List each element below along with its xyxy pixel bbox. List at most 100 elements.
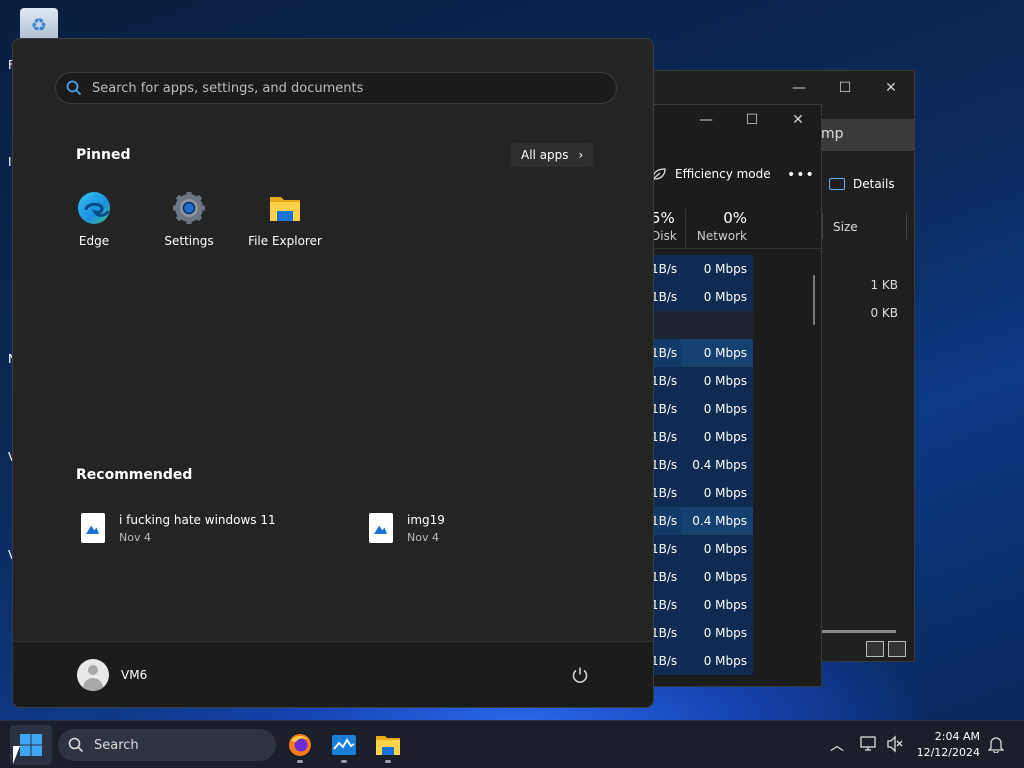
user-avatar[interactable] bbox=[77, 659, 109, 691]
address-bar[interactable]: mp bbox=[821, 119, 915, 151]
taskbar: Search ︿ 2:04 AM 12/12/2024 bbox=[0, 720, 1024, 768]
pinned-app-file-explorer[interactable]: File Explorer bbox=[240, 191, 330, 248]
process-row[interactable]: 1B/s 0 Mbps bbox=[651, 647, 753, 675]
desktop-label-fragment: I bbox=[8, 155, 12, 169]
disk-value: 1B/s bbox=[651, 647, 681, 675]
network-value: 0 Mbps bbox=[681, 591, 753, 619]
close-icon[interactable]: ✕ bbox=[775, 105, 821, 135]
column-header-network[interactable]: 0% Network bbox=[685, 209, 753, 249]
process-row[interactable]: 1B/s 0 Mbps bbox=[651, 255, 753, 283]
large-icons-view-icon[interactable] bbox=[888, 641, 906, 657]
recycle-bin-icon[interactable]: ♻ bbox=[20, 8, 58, 42]
process-row[interactable]: 1B/s 0 Mbps bbox=[651, 283, 753, 311]
mouse-cursor bbox=[13, 746, 20, 764]
system-clock[interactable]: 2:04 AM 12/12/2024 bbox=[912, 729, 980, 761]
process-row[interactable]: 1B/s 0 Mbps bbox=[651, 619, 753, 647]
network-icon[interactable] bbox=[860, 735, 878, 753]
pinned-app-label: Settings bbox=[164, 234, 214, 248]
windows-logo-icon bbox=[20, 734, 42, 756]
taskbar-app-task-manager[interactable] bbox=[326, 727, 362, 763]
clock-time: 2:04 AM bbox=[934, 730, 980, 743]
notification-bell-icon[interactable] bbox=[988, 735, 1004, 753]
recommended-item-date: Nov 4 bbox=[119, 531, 151, 544]
disk-percent: 5% bbox=[651, 209, 675, 227]
disk-label: Disk bbox=[651, 229, 677, 243]
recommended-item-name: img19 bbox=[407, 513, 445, 527]
minimize-icon[interactable]: — bbox=[776, 73, 822, 103]
process-row[interactable]: 1B/s 0.4 Mbps bbox=[651, 451, 753, 479]
taskbar-search-label: Search bbox=[94, 737, 139, 753]
network-value: 0 Mbps bbox=[681, 367, 753, 395]
network-value: 0 Mbps bbox=[681, 535, 753, 563]
running-indicator bbox=[297, 760, 303, 763]
file-size: 0 KB bbox=[870, 306, 898, 320]
running-indicator bbox=[341, 760, 347, 763]
efficiency-mode-button[interactable]: Efficiency mode bbox=[651, 167, 771, 181]
pinned-app-edge[interactable]: Edge bbox=[49, 191, 139, 248]
process-row[interactable] bbox=[651, 311, 753, 339]
column-header-size[interactable]: Size bbox=[822, 213, 907, 239]
taskbar-app-firefox[interactable] bbox=[282, 727, 318, 763]
edge-icon bbox=[78, 192, 110, 224]
taskbar-app-file-explorer[interactable] bbox=[370, 727, 406, 763]
column-header-disk[interactable]: 5% Disk bbox=[651, 209, 677, 243]
process-row[interactable]: 1B/s 0.4 Mbps bbox=[651, 507, 753, 535]
start-menu-footer: VM6 bbox=[13, 641, 653, 707]
minimize-icon[interactable]: — bbox=[683, 105, 729, 135]
image-file-icon bbox=[81, 513, 105, 543]
power-icon[interactable] bbox=[571, 666, 589, 684]
disk-value: 1B/s bbox=[651, 339, 681, 367]
network-value: 0 Mbps bbox=[681, 255, 753, 283]
network-value: 0 Mbps bbox=[681, 395, 753, 423]
recommended-item[interactable]: i fucking hate windows 11 Nov 4 bbox=[81, 513, 276, 544]
process-row[interactable]: 1B/s 0 Mbps bbox=[651, 479, 753, 507]
user-name[interactable]: VM6 bbox=[121, 668, 147, 682]
all-apps-button[interactable]: All apps › bbox=[511, 143, 594, 167]
process-row[interactable]: 1B/s 0 Mbps bbox=[651, 591, 753, 619]
network-value: 0.4 Mbps bbox=[681, 451, 753, 479]
process-row[interactable]: 1B/s 0 Mbps bbox=[651, 423, 753, 451]
process-row[interactable]: 1B/s 0 Mbps bbox=[651, 563, 753, 591]
network-value: 0 Mbps bbox=[681, 339, 753, 367]
network-value: 0 Mbps bbox=[681, 563, 753, 591]
disk-value: 1B/s bbox=[651, 619, 681, 647]
maximize-icon[interactable]: ☐ bbox=[729, 105, 775, 135]
recommended-item-date: Nov 4 bbox=[407, 531, 439, 544]
folder-icon bbox=[270, 197, 300, 221]
start-menu: Pinned All apps › Edge Settings bbox=[12, 38, 654, 708]
chevron-up-icon[interactable]: ︿ bbox=[830, 735, 844, 755]
process-row[interactable]: 1B/s 0 Mbps bbox=[651, 339, 753, 367]
firefox-icon bbox=[289, 734, 311, 756]
vertical-scrollbar[interactable] bbox=[813, 275, 815, 325]
maximize-icon[interactable]: ☐ bbox=[822, 73, 868, 103]
disk-value: 1B/s bbox=[651, 423, 681, 451]
all-apps-label: All apps bbox=[521, 148, 569, 162]
disk-value: 1B/s bbox=[651, 535, 681, 563]
disk-value: 1B/s bbox=[651, 591, 681, 619]
process-row[interactable]: 1B/s 0 Mbps bbox=[651, 395, 753, 423]
horizontal-scrollbar[interactable] bbox=[822, 630, 896, 633]
window-caption: — ☐ ✕ bbox=[641, 71, 914, 105]
taskbar-search[interactable]: Search bbox=[58, 729, 276, 761]
recommended-item[interactable]: img19 Nov 4 bbox=[369, 513, 445, 544]
chevron-right-icon: › bbox=[578, 148, 584, 162]
efficiency-mode-label: Efficiency mode bbox=[675, 167, 771, 181]
volume-muted-icon[interactable] bbox=[886, 735, 904, 753]
disk-value: 1B/s bbox=[651, 451, 681, 479]
details-view-icon[interactable] bbox=[866, 641, 884, 657]
close-icon[interactable]: ✕ bbox=[868, 73, 914, 103]
network-value bbox=[681, 311, 753, 339]
pinned-heading: Pinned bbox=[76, 147, 131, 163]
pinned-app-settings[interactable]: Settings bbox=[144, 191, 234, 248]
details-button[interactable]: Details bbox=[829, 177, 895, 191]
process-row[interactable]: 1B/s 0 Mbps bbox=[651, 367, 753, 395]
process-list: 1B/s 0 Mbps 1B/s 0 Mbps 1B/s 0 Mbps 1B/s 0 Mbps… bbox=[651, 255, 753, 675]
clock-date: 12/12/2024 bbox=[916, 746, 980, 759]
start-search-box[interactable] bbox=[55, 72, 617, 104]
disk-value: 1B/s bbox=[651, 395, 681, 423]
start-search-input[interactable] bbox=[92, 80, 616, 96]
process-row[interactable]: 1B/s 0 Mbps bbox=[651, 535, 753, 563]
more-options-button[interactable]: ••• bbox=[787, 167, 815, 183]
network-value: 0 Mbps bbox=[681, 479, 753, 507]
disk-value: 1B/s bbox=[651, 479, 681, 507]
